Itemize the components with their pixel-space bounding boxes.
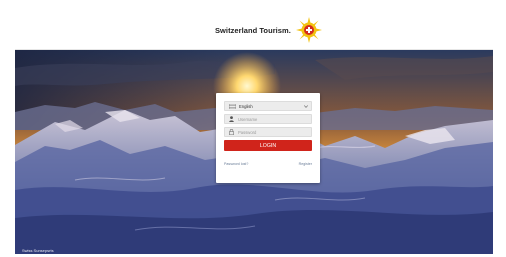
- header: Switzerland Tourism.: [15, 10, 493, 50]
- lock-icon: [228, 129, 235, 135]
- brand[interactable]: Switzerland Tourism.: [215, 16, 323, 44]
- username-input[interactable]: [238, 115, 308, 123]
- forgot-password-link[interactable]: Password lost?: [224, 162, 248, 166]
- register-link[interactable]: Register: [299, 162, 312, 166]
- chevron-down-icon: [303, 104, 308, 109]
- brand-name: Switzerland Tourism.: [215, 25, 291, 35]
- password-field[interactable]: [224, 127, 312, 137]
- flag-icon: [228, 103, 236, 109]
- user-icon: [228, 116, 235, 122]
- language-value: English: [239, 103, 253, 109]
- login-links: Password lost? Register: [224, 162, 312, 166]
- login-card: English LOGIN Password lost? Register: [216, 93, 320, 183]
- login-button[interactable]: LOGIN: [224, 140, 312, 151]
- swiss-sun-logo-icon: [295, 17, 322, 43]
- language-select[interactable]: English: [224, 101, 312, 111]
- page: Switzerland Tourism. Swiss Sunsepsrts En…: [15, 10, 493, 254]
- password-input[interactable]: [238, 128, 308, 136]
- footer-caption: Swiss Sunsepsrts: [22, 248, 54, 253]
- username-field[interactable]: [224, 114, 312, 124]
